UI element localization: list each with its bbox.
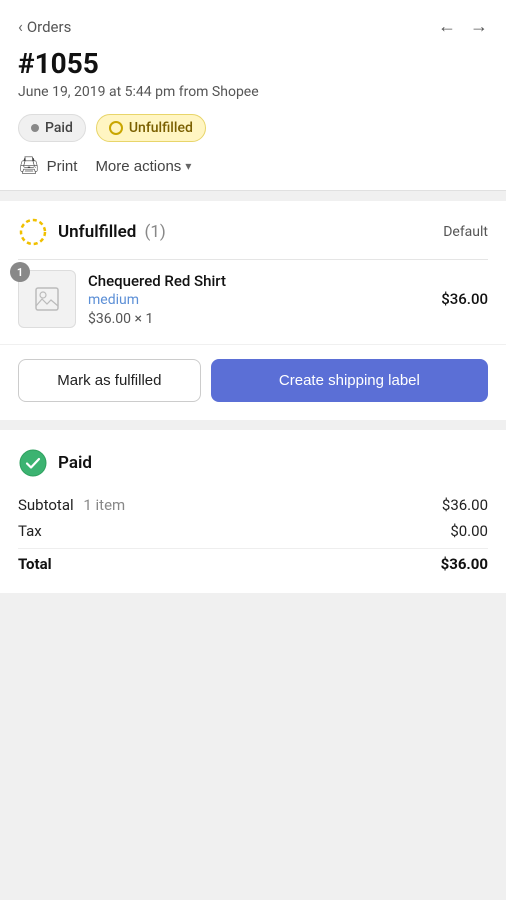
paid-badge-label: Paid [45,120,73,136]
total-row: Total $36.00 [18,548,488,573]
paid-title: Paid [58,453,92,473]
paid-dot-icon [31,124,39,132]
mark-fulfilled-button[interactable]: Mark as fulfilled [18,359,201,402]
order-number: #1055 [18,47,488,80]
subtotal-items: 1 item [83,496,125,514]
next-order-button[interactable]: → [470,16,488,37]
unfulfilled-badge-label: Unfulfilled [129,120,193,136]
create-shipping-label-button[interactable]: Create shipping label [211,359,488,402]
header-section: ‹ Orders ← → #1055 June 19, 2019 at 5:44… [0,0,506,191]
badges-row: Paid Unfulfilled [18,114,488,142]
product-total-price: $36.00 [441,290,488,308]
tax-label: Tax [18,522,42,540]
unfulfilled-badge[interactable]: Unfulfilled [96,114,206,142]
print-button[interactable]: 🖨 Print [18,156,77,176]
action-buttons-row: Mark as fulfilled Create shipping label [0,344,506,420]
unfulfilled-circle-icon [109,121,123,135]
back-button[interactable]: ‹ Orders [18,17,71,36]
total-value: $36.00 [441,555,488,573]
tax-value: $0.00 [450,522,488,540]
location-label: Default [443,224,488,240]
product-row: 1 Chequered Red Shirt medium $36.00 × 1 … [0,260,506,344]
product-placeholder-icon [34,286,60,312]
product-image-wrap: 1 [18,270,76,328]
product-info: Chequered Red Shirt medium $36.00 × 1 [88,272,429,327]
nav-arrows: ← → [438,16,488,37]
total-label: Total [18,555,52,573]
chevron-left-icon: ‹ [18,17,23,36]
product-price-qty: $36.00 × 1 [88,311,429,327]
more-actions-button[interactable]: More actions ▾ [95,158,191,175]
prev-order-button[interactable]: ← [438,16,456,37]
order-date: June 19, 2019 at 5:44 pm from Shopee [18,84,488,100]
unfulfilled-title-row: Unfulfilled (1) [18,217,166,247]
subtotal-label: Subtotal [18,496,74,514]
paid-badge[interactable]: Paid [18,114,86,142]
unfulfilled-header: Unfulfilled (1) Default [0,201,506,259]
print-label: Print [47,158,78,175]
action-row: 🖨 Print More actions ▾ [18,156,488,176]
unfulfilled-title: Unfulfilled (1) [58,222,166,242]
unfulfilled-card: Unfulfilled (1) Default 1 Chequered Red … [0,201,506,420]
unfulfilled-status-icon [18,217,48,247]
unfulfilled-count: (1) [145,222,166,242]
product-quantity-badge: 1 [10,262,30,282]
product-variant: medium [88,292,429,308]
paid-status-icon [18,448,48,478]
subtotal-label-wrap: Subtotal 1 item [18,496,125,514]
product-name: Chequered Red Shirt [88,272,429,290]
back-label: Orders [27,18,72,36]
subtotal-value: $36.00 [442,496,488,514]
nav-row: ‹ Orders ← → [18,16,488,37]
printer-icon: 🖨 [18,156,40,176]
more-actions-label: More actions [95,158,181,175]
subtotal-row: Subtotal 1 item $36.00 [18,496,488,514]
paid-header: Paid [18,448,488,478]
paid-card: Paid Subtotal 1 item $36.00 Tax $0.00 To… [0,430,506,593]
chevron-down-icon: ▾ [185,159,191,173]
tax-row: Tax $0.00 [18,522,488,540]
